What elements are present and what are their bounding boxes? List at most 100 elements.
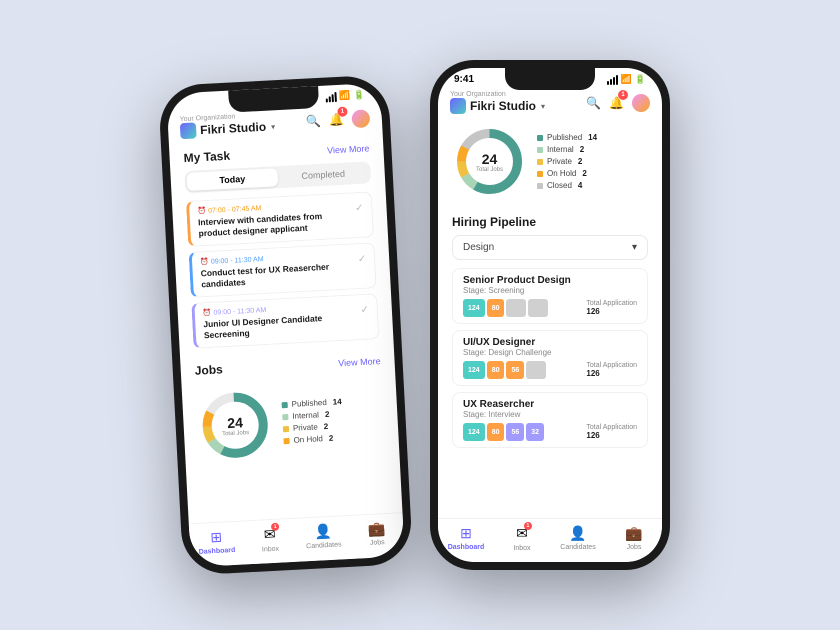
nav-dashboard-right[interactable]: ⊞ Dashboard [438, 525, 494, 552]
dropdown-label: Design [463, 242, 494, 253]
legend-item-r4: Closed 4 [537, 181, 597, 190]
job-title-0: Senior Product Design [463, 275, 637, 286]
legend-dot-3 [283, 438, 289, 444]
time-right: 9:41 [454, 74, 474, 85]
dropdown-chevron-icon: ▾ [632, 242, 637, 253]
search-icon[interactable]: 🔍 [306, 113, 322, 128]
legend-dot-r0 [537, 135, 543, 141]
pipeline-dropdown[interactable]: Design ▾ [452, 235, 648, 260]
nav-candidates-left[interactable]: 👤 Candidates [296, 522, 351, 552]
nav-jobs-left[interactable]: 💼 Jobs [349, 519, 404, 549]
legend-item-1: Internal 2 [282, 409, 342, 421]
bar-chip-0-0: 124 [463, 299, 485, 317]
task-check-1[interactable]: ✓ [355, 203, 364, 214]
my-task-section: My Task View More Today Completed ⏰ 07:0… [169, 135, 394, 361]
jobs-view-more-left[interactable]: View More [338, 356, 381, 368]
job-bars-0: 124 80 [463, 299, 548, 317]
nav-inbox-right[interactable]: ✉ 1 Inbox [494, 525, 550, 552]
task-check-2[interactable]: ✓ [358, 254, 367, 265]
bar-chip-1-1: 80 [487, 361, 505, 379]
pipeline-section: Hiring Pipeline Design ▾ Senior Product … [438, 207, 662, 458]
legend-left: Published 14 Internal 2 Private 2 [281, 397, 343, 445]
task-check-3[interactable]: ✓ [360, 305, 369, 316]
job-title-2: UX Reasercher [463, 399, 637, 410]
legend-label-3: On Hold [293, 434, 323, 445]
legend-val-r2: 2 [578, 157, 582, 166]
job-stage-0: Stage: Screening [463, 286, 637, 295]
my-task-view-more[interactable]: View More [327, 143, 370, 155]
brand-name-right: Fikri Studio [470, 99, 536, 113]
legend-item-r3: On Hold 2 [537, 169, 597, 178]
clock-icon-1: ⏰ [197, 207, 206, 215]
chevron-down-icon[interactable]: ▾ [271, 122, 275, 131]
dashboard-icon: ⊞ [210, 529, 223, 547]
legend-dot-1 [282, 414, 288, 420]
job-card-2: UX Reasercher Stage: Interview 124 80 56… [452, 392, 648, 448]
donut-right: 24 Total Jobs [452, 124, 527, 199]
bar-chip-2-3: 32 [526, 423, 544, 441]
inbox-badge-left: 1 [271, 523, 279, 531]
legend-label-2: Private [293, 423, 318, 433]
legend-val-r4: 4 [578, 181, 582, 190]
avatar-left[interactable] [351, 109, 370, 128]
org-label-right: Your Organization [450, 91, 545, 98]
jobs-icon-right: 💼 [625, 525, 642, 542]
nav-dashboard-left[interactable]: ⊞ Dashboard [189, 528, 244, 558]
legend-item-r0: Published 14 [537, 133, 597, 142]
notification-wrap-left[interactable]: 🔔 1 [328, 110, 344, 129]
brand-icon-left [180, 122, 197, 139]
inbox-badge-right: 1 [524, 522, 532, 530]
task-tabs: Today Completed [184, 161, 371, 193]
bar-chip-2-2: 56 [506, 423, 524, 441]
inbox-badge-wrap-right: ✉ 1 [516, 525, 528, 543]
nav-candidates-right[interactable]: 👤 Candidates [550, 525, 606, 552]
bar-chip-1-2: 56 [506, 361, 524, 379]
legend-dot-r1 [537, 147, 543, 153]
legend-dot-r4 [537, 183, 543, 189]
my-task-title: My Task [183, 149, 230, 165]
jobs-donut-section-right: 24 Total Jobs Published 14 Internal [438, 120, 662, 207]
nav-right-left: 🔍 🔔 1 [306, 109, 371, 130]
legend-val-r3: 2 [582, 169, 586, 178]
top-nav-right: Your Organization Fikri Studio ▾ 🔍 🔔 1 [438, 87, 662, 120]
legend-label-r2: Private [547, 157, 572, 166]
legend-label-r1: Internal [547, 145, 574, 154]
donut-label-right: 24 Total Jobs [476, 151, 503, 173]
legend-val-0: 14 [333, 397, 342, 406]
brand-left: Your Organization Fikri Studio ▾ [179, 111, 275, 139]
wifi-icon-right: 📶 [621, 74, 632, 85]
tab-today[interactable]: Today [186, 168, 278, 191]
jobs-icon: 💼 [367, 520, 385, 538]
job-bars-row-2: 124 80 56 32 Total Application 126 [463, 423, 637, 441]
phones-container: 📶 🔋 Your Organization Fikri Studio ▾ [170, 60, 670, 570]
legend-label-0: Published [291, 398, 327, 409]
legend-dot-0 [282, 402, 288, 408]
task-card-2: ⏰ 09:00 - 11:30 AM Conduct test for UX R… [189, 242, 377, 298]
legend-label-1: Internal [292, 411, 319, 421]
job-stage-1: Stage: Design Challenge [463, 348, 637, 357]
legend-item-r2: Private 2 [537, 157, 597, 166]
search-icon-right[interactable]: 🔍 [586, 96, 601, 110]
chevron-down-icon-right[interactable]: ▾ [541, 102, 545, 111]
battery-icon-right: 🔋 [635, 74, 646, 85]
legend-val-r0: 14 [588, 133, 597, 142]
nav-inbox-left[interactable]: ✉ 1 Inbox [243, 525, 298, 555]
nav-right-right: 🔍 🔔 1 [586, 94, 650, 112]
notification-wrap-right[interactable]: 🔔 1 [609, 94, 624, 112]
bar-chip-2-0: 124 [463, 423, 485, 441]
tab-completed[interactable]: Completed [277, 163, 369, 186]
nav-jobs-right[interactable]: 💼 Jobs [606, 525, 662, 552]
inbox-badge-wrap-left: ✉ 1 [263, 526, 276, 545]
donut-label-left: 24 Total Jobs [221, 414, 249, 437]
bar-chip-0-2 [506, 299, 526, 317]
donut-sub-right: Total Jobs [476, 167, 503, 173]
legend-val-2: 2 [324, 422, 329, 431]
legend-val-1: 2 [325, 410, 330, 419]
avatar-right[interactable] [632, 94, 650, 112]
phone-left: 📶 🔋 Your Organization Fikri Studio ▾ [158, 74, 413, 575]
legend-dot-r3 [537, 171, 543, 177]
status-icons-right: 📶 🔋 [607, 74, 646, 85]
legend-item-0: Published 14 [281, 397, 341, 409]
clock-icon-3: ⏰ [203, 309, 212, 317]
legend-item-2: Private 2 [283, 421, 343, 433]
